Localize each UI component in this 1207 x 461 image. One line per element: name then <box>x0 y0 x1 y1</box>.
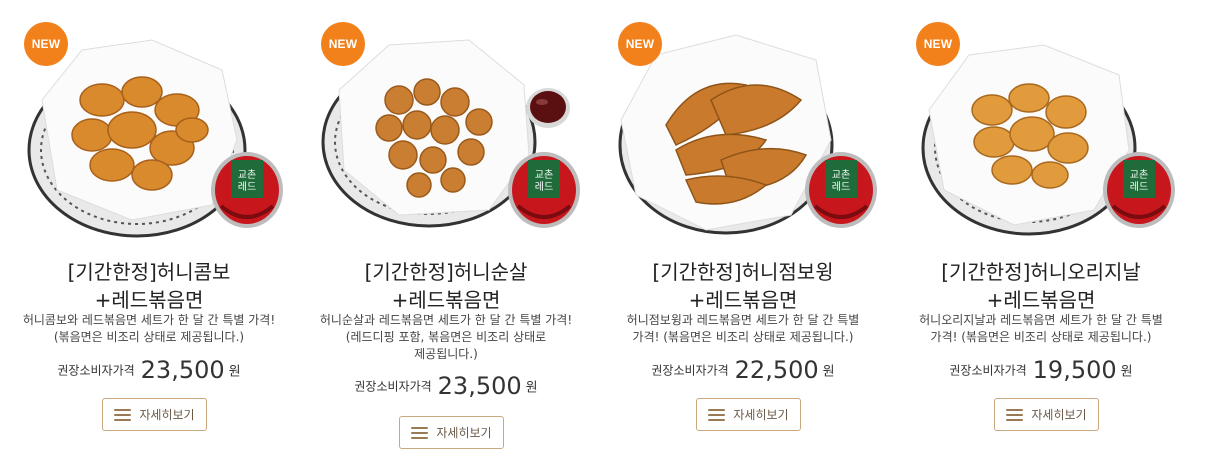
product-image[interactable]: NEW 교촌 레드 <box>301 0 591 250</box>
product-card[interactable]: NEW 교촌 레드 [기간한정]허니순살 +레드볶음면 허니순살과 레드볶음면 … <box>301 0 591 461</box>
currency: 원 <box>1120 364 1133 380</box>
product-image[interactable]: NEW 교촌 레드 <box>598 0 888 250</box>
price-value: 23,500 <box>437 372 522 400</box>
dipping-sauce-image <box>526 88 570 128</box>
product-row: NEW 교촌 레드 [기간한정]허니콤보 +레드볶음면 허니콤보와 레드볶음면 … <box>0 0 1207 461</box>
new-badge: NEW <box>916 22 960 66</box>
price-label: 권장소비자가격 <box>57 363 135 378</box>
product-description: 허니콤보와 레드볶음면 세트가 한 달 간 특별 가격! (볶음면은 비조리 상… <box>22 313 276 344</box>
product-image[interactable]: NEW 교촌 레드 <box>4 0 294 250</box>
menu-icon <box>114 408 132 421</box>
noodle-cup-image: 교촌 레드 <box>211 152 283 228</box>
svg-text:레드: 레드 <box>238 181 256 193</box>
menu-icon <box>411 426 429 439</box>
product-description: 허니점보윙과 레드볶음면 세트가 한 달 간 특별 가격! (볶음면은 비조리 … <box>626 313 860 344</box>
currency: 원 <box>228 364 241 380</box>
svg-text:교촌: 교촌 <box>832 169 850 181</box>
product-card[interactable]: NEW 교촌 레드 [기간한정]허니오리지날 +레드볶음면 허니오리지날과 레드… <box>896 0 1186 461</box>
new-badge: NEW <box>618 22 662 66</box>
price-value: 23,500 <box>140 356 225 384</box>
noodle-cup-image: 교촌 레드 <box>508 152 580 228</box>
price-value: 19,500 <box>1032 356 1117 384</box>
noodle-cup-image: 교촌 레드 <box>805 152 877 228</box>
detail-button[interactable]: 자세히보기 <box>696 398 801 431</box>
price-line: 권장소비자가격 19,500 원 <box>896 356 1186 384</box>
detail-button[interactable]: 자세히보기 <box>399 416 504 449</box>
svg-text:교촌: 교촌 <box>238 169 256 181</box>
price-label: 권장소비자가격 <box>949 363 1027 378</box>
product-title[interactable]: [기간한정]허니점보윙 +레드볶음면 <box>598 258 888 314</box>
product-title[interactable]: [기간한정]허니콤보 +레드볶음면 <box>4 258 294 314</box>
price-label: 권장소비자가격 <box>651 363 729 378</box>
price-line: 권장소비자가격 22,500 원 <box>598 356 888 384</box>
price-value: 22,500 <box>734 356 819 384</box>
product-title[interactable]: [기간한정]허니순살 +레드볶음면 <box>301 258 591 314</box>
product-card[interactable]: NEW 교촌 레드 <box>598 0 888 461</box>
svg-text:레드: 레드 <box>832 181 850 193</box>
price-line: 권장소비자가격 23,500 원 <box>4 356 294 384</box>
svg-text:교촌: 교촌 <box>535 169 553 181</box>
svg-text:레드: 레드 <box>535 181 553 193</box>
svg-text:교촌: 교촌 <box>1130 169 1148 181</box>
product-card[interactable]: NEW 교촌 레드 <box>4 0 294 461</box>
product-description: 허니순살과 레드볶음면 세트가 한 달 간 특별 가격! (레드디핑 포함, 볶… <box>319 313 573 361</box>
new-badge: NEW <box>321 22 365 66</box>
svg-text:레드: 레드 <box>1130 181 1148 193</box>
noodle-cup-image: 교촌 레드 <box>1103 152 1175 228</box>
price-label: 권장소비자가격 <box>354 379 432 394</box>
product-description: 허니오리지날과 레드볶음면 세트가 한 달 간 특별 가격! (볶음면은 비조리… <box>919 313 1163 344</box>
detail-button[interactable]: 자세히보기 <box>102 398 207 431</box>
product-title[interactable]: [기간한정]허니오리지날 +레드볶음면 <box>896 258 1186 314</box>
currency: 원 <box>525 380 538 396</box>
menu-icon <box>1006 408 1024 421</box>
menu-icon <box>708 408 726 421</box>
new-badge: NEW <box>24 22 68 66</box>
price-line: 권장소비자가격 23,500 원 <box>301 372 591 400</box>
currency: 원 <box>822 364 835 380</box>
detail-button[interactable]: 자세히보기 <box>994 398 1099 431</box>
product-image[interactable]: NEW 교촌 레드 <box>896 0 1186 250</box>
